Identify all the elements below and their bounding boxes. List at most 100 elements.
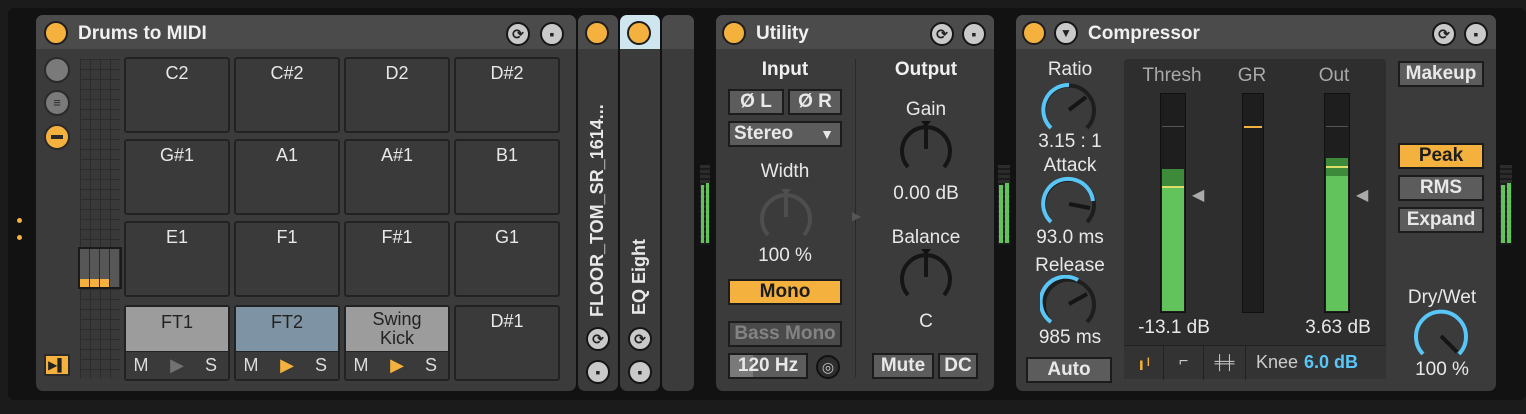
gain-knob[interactable] (896, 119, 956, 179)
expand-device-icon[interactable]: ▼ (1054, 21, 1078, 45)
eq-power-button[interactable] (627, 21, 651, 45)
solo-button[interactable]: S (416, 355, 446, 376)
drum-pad[interactable]: C#2 (234, 57, 340, 133)
drum-pad[interactable]: F1 (234, 221, 340, 297)
solo-button[interactable]: S (196, 355, 226, 376)
auto-release-button[interactable]: Auto (1026, 357, 1112, 383)
mode-bar: ╻ı ⌐ ╪╪ Knee 6.0 dB (1124, 345, 1386, 380)
pad-overview[interactable] (80, 59, 120, 379)
drum-rack-device: Drums to MIDI ⟳ ▪ ≡ ▶▌ FT1 M ▶ S FT2 M ▶… (36, 15, 576, 391)
utility-device: Utility ⟳ ▪ Input Output Ø L Ø R Stereo ▼… (716, 15, 994, 391)
meter-tick (1162, 126, 1184, 127)
out-meter-fill (1326, 176, 1348, 311)
balance-knob[interactable] (896, 247, 956, 307)
pad-label: G#1 (159, 145, 195, 165)
drum-rack-power-button[interactable] (44, 21, 68, 45)
save-preset-icon[interactable]: ▪ (540, 22, 564, 46)
drum-pad[interactable]: A#1 (344, 139, 450, 215)
pad-label: G1 (494, 227, 519, 247)
mute-button[interactable]: M (346, 355, 376, 376)
headphone-icon[interactable]: ◎ (816, 355, 840, 379)
phase-left-button[interactable]: Ø L (728, 89, 784, 115)
pad-swing-kick[interactable]: Swing Kick M ▶ S (344, 305, 450, 381)
play-icon[interactable]: ▶ (382, 355, 412, 376)
save-preset-icon[interactable]: ▪ (1464, 22, 1488, 46)
release-knob[interactable] (1040, 275, 1098, 333)
sample-power-button[interactable] (585, 21, 609, 45)
drum-pad[interactable]: G#1 (124, 139, 230, 215)
auto-select-icon[interactable]: ▶▌ (44, 354, 70, 376)
hot-swap-icon[interactable]: ⟳ (930, 22, 954, 46)
hot-swap-icon[interactable]: ⟳ (506, 22, 530, 46)
activity-view-icon[interactable]: ╻ı (1124, 346, 1164, 380)
drum-pad[interactable]: D#2 (454, 57, 560, 133)
drywet-knob[interactable] (1412, 307, 1470, 365)
drum-pad[interactable]: B1 (454, 139, 560, 215)
save-preset-icon[interactable]: ▪ (962, 22, 986, 46)
transfer-curve-icon[interactable]: ⌐ (1164, 346, 1204, 380)
pad-label: D#2 (490, 63, 524, 83)
phase-right-button[interactable]: Ø R (788, 89, 842, 115)
collision-view-icon[interactable]: ╪╪ (1204, 346, 1246, 380)
save-preset-icon[interactable]: ▪ (586, 360, 610, 384)
level-meter-mini (998, 165, 1010, 245)
pad-controls: M ▶ S (236, 351, 338, 379)
bass-mono-freq[interactable]: 120 Hz (728, 353, 808, 379)
chain-list-icon[interactable]: ≡ (44, 90, 70, 116)
out-label: Out (1318, 65, 1350, 86)
drum-pad[interactable]: G1 (454, 221, 560, 297)
thresh-value[interactable]: -13.1 dB (1124, 317, 1224, 339)
pad-ft2[interactable]: FT2 M ▶ S (234, 305, 340, 381)
out-line (1326, 166, 1348, 168)
mute-button[interactable]: M (236, 355, 266, 376)
save-preset-icon[interactable]: ▪ (628, 360, 652, 384)
pad-d-sharp-1[interactable]: D#1 (454, 305, 560, 381)
sample-name[interactable]: FLOOR_TOM_SR_1614... (587, 104, 608, 317)
dc-button[interactable]: DC (938, 353, 978, 379)
drum-pad[interactable]: D2 (344, 57, 450, 133)
out-meter[interactable] (1324, 93, 1350, 313)
chain-strip-sample: FLOOR_TOM_SR_1614... ⟳ ▪ (578, 15, 618, 391)
out-value[interactable]: 3.63 dB (1290, 317, 1386, 339)
mono-button[interactable]: Mono (728, 279, 842, 305)
play-icon[interactable]: ▶ (272, 355, 302, 376)
left-edge-indicator (17, 235, 22, 240)
gr-label: GR (1237, 65, 1267, 86)
eq-device-name[interactable]: EQ Eight (629, 239, 650, 315)
macro-toggle-icon[interactable] (44, 57, 70, 83)
rms-button[interactable]: RMS (1398, 175, 1484, 201)
pad-view-icon[interactable] (44, 124, 70, 150)
drum-pad[interactable]: A1 (234, 139, 340, 215)
pad-label: A#1 (380, 145, 414, 165)
channel-mode-select[interactable]: Stereo ▼ (728, 121, 842, 147)
knee-value[interactable]: 6.0 dB (1304, 352, 1358, 373)
expand-button[interactable]: Expand (1398, 207, 1484, 233)
attack-knob[interactable] (1040, 175, 1098, 233)
width-knob[interactable] (756, 187, 816, 247)
arrow-icon: ▶ (852, 209, 862, 223)
out-handle-icon[interactable]: ◀ (1356, 185, 1368, 205)
makeup-button[interactable]: Makeup (1398, 61, 1484, 87)
peak-button[interactable]: Peak (1398, 143, 1484, 169)
compressor-power-button[interactable] (1022, 21, 1046, 45)
pad-label: F1 (276, 227, 298, 247)
utility-power-button[interactable] (722, 21, 746, 45)
thresh-handle-icon[interactable]: ◀ (1192, 185, 1204, 205)
meter-tick (1326, 126, 1348, 127)
drum-pad[interactable]: C2 (124, 57, 230, 133)
play-icon[interactable]: ▶ (162, 355, 192, 376)
pad-ft1[interactable]: FT1 M ▶ S (124, 305, 230, 381)
drum-pad[interactable]: F#1 (344, 221, 450, 297)
pad-label: D#1 (490, 311, 524, 331)
thresh-meter[interactable] (1160, 93, 1186, 313)
mute-button[interactable]: Mute (872, 353, 934, 379)
gain-value: 0.00 dB (893, 183, 959, 204)
gr-marker (1244, 126, 1262, 128)
mute-button[interactable]: M (126, 355, 156, 376)
drum-pad[interactable]: E1 (124, 221, 230, 297)
hot-swap-icon[interactable]: ⟳ (1432, 22, 1456, 46)
solo-button[interactable]: S (306, 355, 336, 376)
hot-swap-icon[interactable]: ⟳ (586, 327, 610, 351)
bass-mono-button[interactable]: Bass Mono (728, 321, 842, 347)
hot-swap-icon[interactable]: ⟳ (628, 327, 652, 351)
